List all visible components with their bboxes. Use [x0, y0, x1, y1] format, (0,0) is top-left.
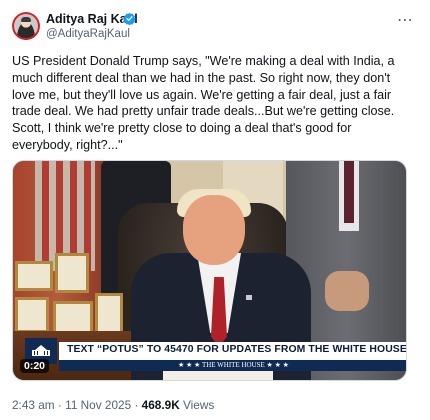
- verified-badge-icon: [123, 12, 136, 25]
- tweet-text: US President Donald Trump says, "We're m…: [12, 54, 395, 152]
- video-player[interactable]: TEXT “POTUS” TO 45470 FOR UPDATES FROM T…: [12, 160, 407, 381]
- author-handle[interactable]: @AdityaRajKaul: [46, 28, 130, 40]
- white-house-building-icon: [32, 345, 50, 356]
- meta-separator: ·: [134, 398, 139, 412]
- lower-third-text: TEXT “POTUS” TO 45470 FOR UPDATES FROM T…: [67, 344, 407, 355]
- views-label: Views: [183, 398, 215, 412]
- views-count: 468.9K: [141, 398, 180, 412]
- meta-separator: ·: [57, 398, 62, 412]
- avatar[interactable]: [12, 12, 40, 40]
- lower-third-subtext: ★ ★ ★ THE WHITE HOUSE ★ ★ ★: [178, 361, 289, 369]
- tweet-date[interactable]: 11 Nov 2025: [65, 398, 131, 412]
- tweet-meta: 2:43 am · 11 Nov 2025 · 468.9K Views: [12, 398, 214, 412]
- tweet-time[interactable]: 2:43 am: [12, 398, 55, 412]
- video-duration-badge: 0:20: [20, 359, 50, 373]
- tweet-card[interactable]: Aditya Raj Kaul @AdityaRajKaul ⋯ US Pres…: [0, 0, 430, 420]
- more-horizontal-icon[interactable]: ⋯: [397, 10, 414, 30]
